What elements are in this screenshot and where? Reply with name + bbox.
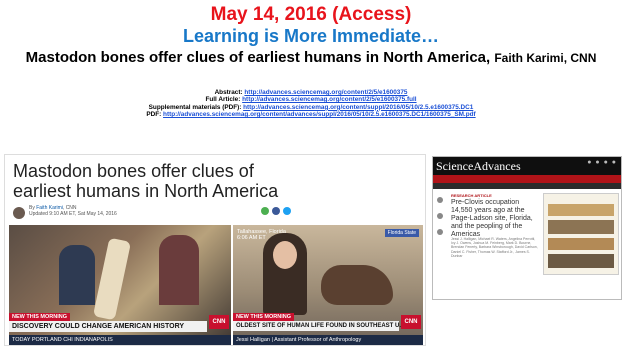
share-icon[interactable] — [261, 207, 269, 215]
news-lower-third: NEW THIS MORNING DISCOVERY COULD CHANGE … — [9, 313, 231, 335]
figure-layer — [548, 254, 614, 268]
subheading: Learning is More Immediate… — [182, 26, 440, 46]
link-label: Full Article: — [205, 96, 241, 104]
figure-layer — [548, 238, 614, 250]
news-tag: NEW THIS MORNING — [233, 313, 294, 321]
share-icon[interactable] — [437, 197, 443, 203]
sa-side-icons — [437, 197, 443, 245]
link-label: Abstract: — [214, 89, 243, 96]
news-ticker: Jessi Halligan | Assistant Professor of … — [233, 335, 423, 345]
cnn-logo: CNN — [401, 315, 421, 329]
date-heading: May 14, 2016 (Access) — [210, 4, 412, 25]
sa-header: ScienceAdvances ● ● ● ● — [433, 157, 621, 175]
sa-article-title: Pre-Clovis occupation 14,550 years ago a… — [451, 199, 533, 238]
figure-layer — [548, 220, 614, 234]
person-figure — [159, 235, 199, 305]
email-icon[interactable] — [437, 213, 443, 219]
person-face — [273, 241, 297, 269]
figure-layer — [548, 204, 614, 216]
article-kicker: RESEARCH ARTICLE — [451, 193, 492, 198]
reference-links: Abstract: http://advances.sciencemag.org… — [0, 89, 622, 119]
news-headline: DISCOVERY COULD CHANGE AMERICAN HISTORY — [9, 321, 207, 332]
article-author: Faith Karimi, CNN — [494, 51, 597, 65]
link-row: Full Article: http://advances.sciencemag… — [0, 96, 622, 103]
link-label: PDF: — [146, 111, 162, 119]
author-avatar — [13, 207, 25, 219]
video-player-2[interactable]: Tallahassee, Florida 6:06 AM ET Florida … — [233, 225, 423, 345]
link-row: Supplemental materials (PDF): http://adv… — [0, 104, 622, 111]
cnn-logo: CNN — [209, 315, 229, 329]
cnn-headline: Mastodon bones offer clues of earliest h… — [13, 161, 279, 201]
video-player-1[interactable]: NEW THIS MORNING DISCOVERY COULD CHANGE … — [9, 225, 231, 345]
person-figure — [59, 245, 95, 305]
link-label: Supplemental materials (PDF): — [148, 103, 242, 111]
science-advances-screenshot: ScienceAdvances ● ● ● ● Home News Journa… — [432, 156, 622, 300]
social-share-icons — [261, 207, 291, 215]
science-advances-logo: ScienceAdvances — [436, 159, 521, 173]
stratigraphy-figure — [543, 193, 619, 275]
sa-nav: Home News Journals Topics Careers — [433, 175, 621, 189]
video-location: Tallahassee, Florida 6:06 AM ET — [237, 229, 286, 241]
updated-time: Updated 9:10 AM ET, Sat May 14, 2016 — [29, 211, 117, 217]
pdf-link[interactable]: http://advances.sciencemag.org/content/a… — [163, 111, 476, 118]
link-row: PDF: http://advances.sciencemag.org/cont… — [0, 111, 622, 118]
byline: By Faith Karimi, CNN Updated 9:10 AM ET,… — [29, 205, 117, 217]
abstract-link[interactable]: http://advances.sciencemag.org/content/2… — [244, 89, 407, 96]
article-title-text: Mastodon bones offer clues of earliest h… — [25, 49, 491, 66]
link-row: Abstract: http://advances.sciencemag.org… — [0, 89, 622, 96]
slide: May 14, 2016 (Access) Learning is More I… — [0, 0, 622, 346]
facebook-icon[interactable] — [272, 207, 280, 215]
mastodon-tusk — [92, 237, 132, 321]
location-badge: Florida State — [384, 229, 419, 237]
twitter-icon[interactable] — [283, 207, 291, 215]
news-tag: NEW THIS MORNING — [9, 313, 70, 321]
news-ticker: TODAY PORTLAND CHI INDIANAPOLIS — [9, 335, 231, 345]
print-icon[interactable] — [437, 229, 443, 235]
social-icons: ● ● ● ● — [587, 159, 617, 166]
supplemental-link[interactable]: http://advances.sciencemag.org/content/s… — [243, 104, 473, 111]
news-headline: OLDEST SITE OF HUMAN LIFE FOUND IN SOUTH… — [233, 321, 407, 331]
mastodon-bone — [321, 265, 393, 305]
sa-subnav — [433, 183, 621, 189]
sa-article-authors: Jessi J. Halligan, Michael R. Waters, An… — [451, 237, 538, 258]
article-title: Mastodon bones offer clues of earliest h… — [0, 48, 622, 68]
news-lower-third: NEW THIS MORNING OLDEST SITE OF HUMAN LI… — [233, 313, 423, 335]
time-text: 6:06 AM ET — [237, 235, 266, 241]
cnn-article-screenshot: Mastodon bones offer clues of earliest h… — [4, 154, 426, 346]
full-article-link[interactable]: http://advances.sciencemag.org/content/2… — [242, 96, 416, 103]
